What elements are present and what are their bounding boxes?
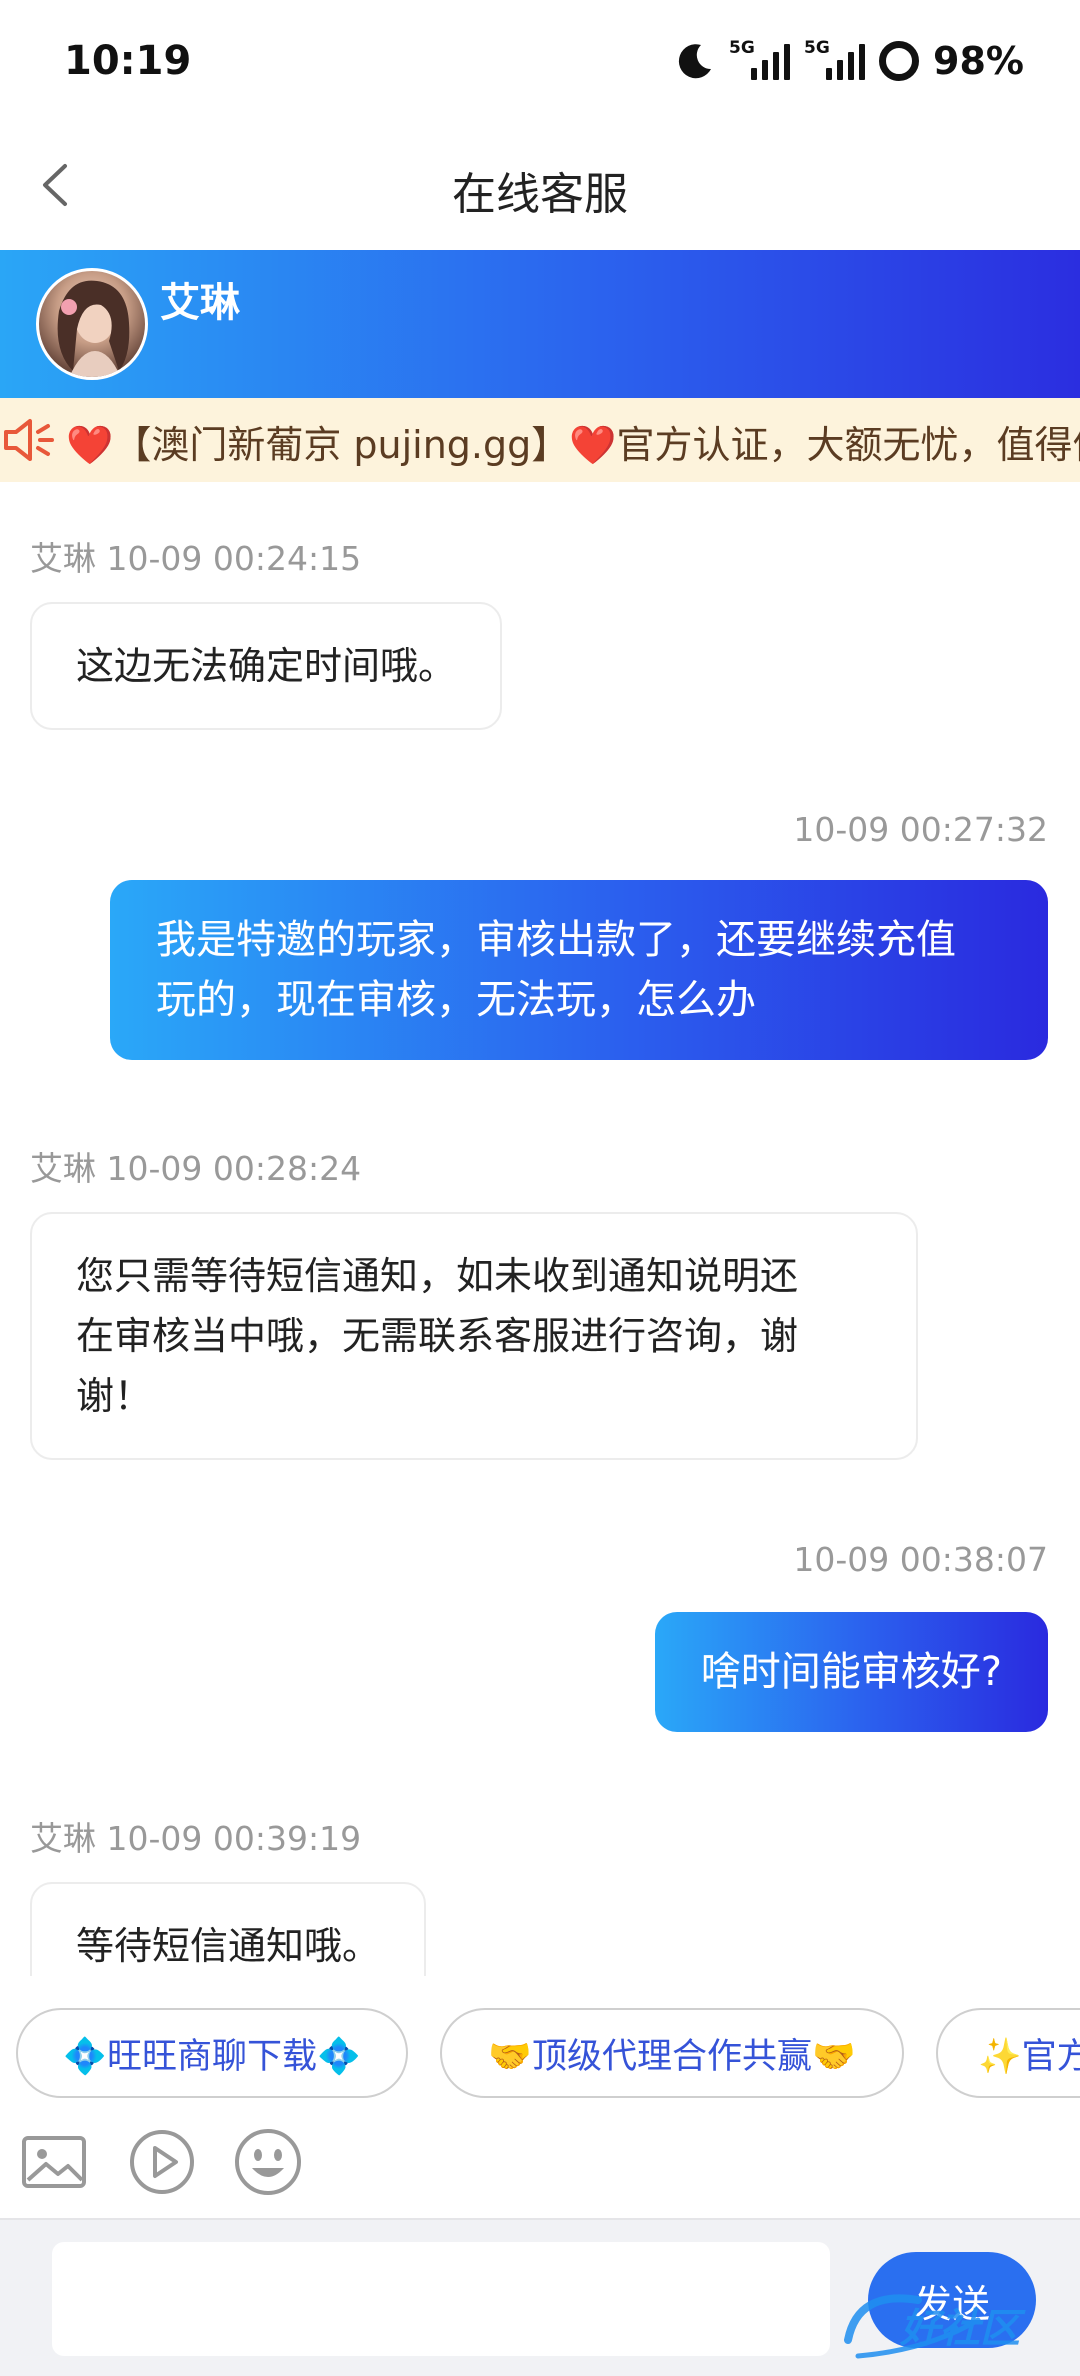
battery-icon [879, 41, 920, 81]
sim1-tag: 5G [729, 38, 755, 58]
message-text: 等待短信通知哦。 [76, 1924, 381, 1968]
emoji-icon[interactable] [232, 2126, 304, 2198]
message-meta: 10-09 00:27:32 [793, 810, 1048, 849]
chat-area[interactable]: 艾琳 10-09 00:24:15 这边无法确定时间哦。 10-09 00:27… [0, 482, 1080, 1976]
user-message: 啥时间能审核好? [654, 1612, 1048, 1732]
agent-name: 艾琳 [160, 280, 240, 326]
quick-reply-bar: 💠旺旺商聊下载💠 🤝顶级代理合作共赢🤝 ✨官方 [0, 1976, 1080, 2102]
message-input[interactable] [52, 2242, 830, 2356]
status-bar: 10:19 5G 5G 98% [0, 0, 1080, 120]
notice-text: ❤️【澳门新葡京 pujing.gg】❤️官方认证，大额无忧，值得信赖 [66, 423, 1080, 467]
agent-message: 这边无法确定时间哦。 [30, 602, 503, 730]
agent-banner: 艾琳 [0, 250, 1080, 398]
moon-icon [678, 44, 712, 79]
message-text-line: 在审核当中哦，无需联系客服进行咨询，谢 [76, 1314, 799, 1358]
message-text: 啥时间能审核好? [700, 1649, 1002, 1695]
page-header: 在线客服 [0, 120, 1080, 250]
message-text: 这边无法确定时间哦。 [76, 644, 457, 688]
notice-bar: ❤️【澳门新葡京 pujing.gg】❤️官方认证，大额无忧，值得信赖 [0, 398, 1080, 482]
attachment-toolbar [0, 2102, 1080, 2218]
watermark-logo: 好社区 [838, 2280, 1068, 2370]
quick-reply-chip[interactable]: 💠旺旺商聊下载💠 [16, 2008, 408, 2098]
user-message: 我是特邀的玩家，审核出款了，还要继续充值 玩的，现在审核，无法玩，怎么办 [110, 880, 1048, 1060]
page-title: 在线客服 [452, 169, 628, 220]
video-play-icon[interactable] [126, 2126, 198, 2198]
agent-message: 您只需等待短信通知，如未收到通知说明还 在审核当中哦，无需联系客服进行咨询，谢 … [30, 1212, 918, 1460]
agent-avatar [36, 268, 148, 380]
signal-sim2-icon: 5G [804, 38, 866, 80]
sim2-tag: 5G [804, 38, 830, 58]
signal-sim1-icon: 5G [729, 38, 791, 80]
message-text-line: 您只需等待短信通知，如未收到通知说明还 [76, 1254, 799, 1298]
status-icons: 5G 5G 98% [675, 36, 1024, 86]
quick-reply-chip[interactable]: 🤝顶级代理合作共赢🤝 [440, 2008, 904, 2098]
message-text-line: 玩的，现在审核，无法玩，怎么办 [156, 977, 756, 1023]
message-meta: 10-09 00:38:07 [793, 1540, 1048, 1579]
message-composer: 发送 好社区 [0, 2218, 1080, 2376]
message-text-line: 我是特邀的玩家，审核出款了，还要继续充值 [156, 917, 956, 963]
message-meta: 艾琳 10-09 00:39:19 [30, 1819, 362, 1858]
message-text-line: 谢！ [76, 1374, 153, 1418]
message-meta: 艾琳 10-09 00:28:24 [30, 1149, 362, 1188]
speaker-icon [4, 419, 54, 461]
watermark-text: 好社区 [900, 2306, 1020, 2352]
battery-level: 98% [933, 39, 1024, 83]
agent-message: 等待短信通知哦。 [30, 1882, 427, 1976]
status-time: 10:19 [64, 38, 192, 84]
message-meta: 艾琳 10-09 00:24:15 [30, 539, 362, 578]
quick-reply-chip[interactable]: ✨官方 [936, 2008, 1080, 2098]
image-icon[interactable] [20, 2126, 92, 2198]
